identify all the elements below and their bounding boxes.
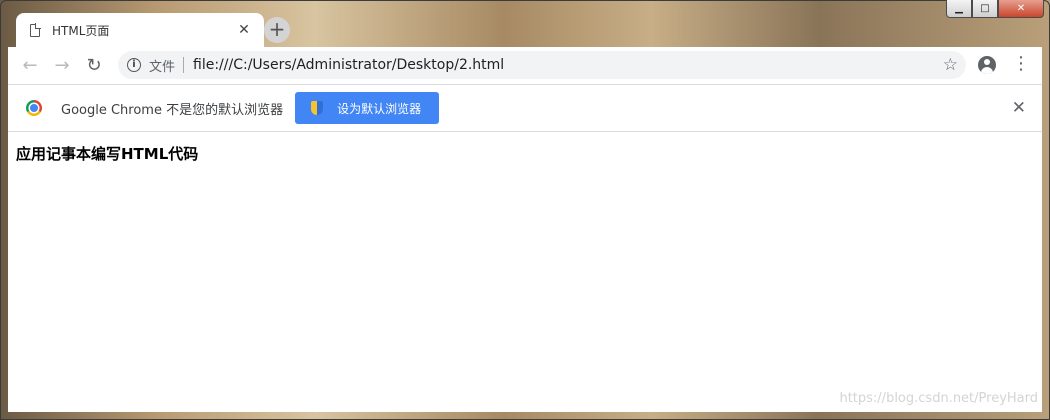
new-tab-button[interactable]: +	[264, 17, 290, 43]
set-default-browser-button[interactable]: 设为默认浏览器	[295, 92, 440, 124]
default-browser-infobar: Google Chrome 不是您的默认浏览器 设为默认浏览器 ✕	[8, 84, 1042, 132]
tab-strip: HTML页面 ✕ +	[8, 13, 1044, 47]
tab-title: HTML页面	[52, 23, 110, 38]
forward-button[interactable]: →	[46, 50, 78, 82]
address-bar[interactable]: i 文件 file:///C:/Users/Administrator/Desk…	[118, 51, 966, 79]
browser-toolbar: ← → ↻ i 文件 file:///C:/Users/Administrato…	[8, 47, 1042, 84]
bookmark-star-icon[interactable]: ☆	[943, 55, 958, 75]
back-button[interactable]: ←	[14, 50, 46, 82]
watermark-text: https://blog.csdn.net/PreyHard	[839, 391, 1038, 406]
info-icon[interactable]: i	[127, 58, 141, 72]
scheme-label: 文件	[149, 59, 176, 75]
infobar-close-icon[interactable]: ✕	[1012, 98, 1026, 118]
page-content: 应用记事本编写HTML代码 https://blog.csdn.net/Prey…	[8, 132, 1042, 412]
reload-button[interactable]: ↻	[78, 50, 110, 82]
page-heading: 应用记事本编写HTML代码	[16, 145, 199, 163]
url-text[interactable]: file:///C:/Users/Administrator/Desktop/2…	[193, 57, 943, 73]
menu-dots-icon[interactable]: ⋮	[1012, 52, 1030, 76]
set-default-button-label: 设为默认浏览器	[337, 101, 422, 116]
document-icon	[30, 22, 41, 37]
shield-icon	[311, 101, 324, 115]
divider	[183, 57, 185, 73]
tab-html-page[interactable]: HTML页面 ✕	[16, 13, 264, 47]
tab-close-icon[interactable]: ✕	[234, 22, 254, 38]
chrome-logo-icon	[26, 100, 42, 116]
profile-avatar-icon[interactable]	[978, 56, 996, 74]
infobar-message: Google Chrome 不是您的默认浏览器	[61, 102, 284, 118]
